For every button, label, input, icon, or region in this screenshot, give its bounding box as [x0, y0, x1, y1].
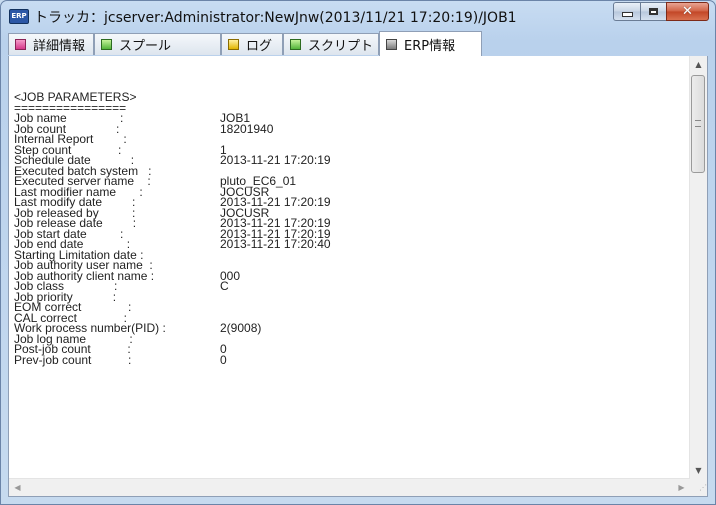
scroll-left-icon[interactable]: ◀ [9, 479, 26, 496]
tab-label: ログ [246, 39, 273, 54]
window-title: トラッカ：jcserver:Administrator:NewJnw(2013/… [34, 10, 517, 26]
erp-info-tab-icon [386, 38, 397, 50]
parameter-value: 2013-11-21 17:20:19 [220, 153, 331, 167]
tab-label: スクリプト [308, 39, 374, 54]
size-grip-icon[interactable]: ⋰ [690, 479, 707, 496]
minimize-icon [621, 12, 633, 17]
parameter-value: C [220, 279, 229, 293]
tab-log[interactable]: ログ [221, 33, 283, 55]
spool-tab-icon [101, 39, 112, 50]
close-button[interactable]: ✕ [666, 2, 709, 21]
parameter-value: 0 [220, 352, 227, 367]
script-tab-icon [290, 39, 301, 50]
tab-erp-info[interactable]: ERP情報 [379, 31, 482, 56]
tab-label: スプール [119, 39, 172, 54]
erp-info-panel: <JOB PARAMETERS> ================ Job na… [8, 56, 708, 497]
caption-buttons: ✕ [613, 2, 709, 22]
scroll-up-icon[interactable]: ▲ [690, 56, 707, 73]
details-tab-icon [15, 39, 26, 50]
title-bar[interactable]: ERP トラッカ：jcserver:Administrator:NewJnw(2… [1, 1, 715, 31]
scroll-down-icon[interactable]: ▼ [690, 462, 707, 479]
parameter-value: 18201940 [220, 121, 274, 136]
tab-label: 詳細情報 [33, 39, 86, 54]
maximize-icon [649, 8, 658, 15]
parameter-row: Job class :C [14, 279, 694, 293]
tab-bar: 詳細情報 スプール ログ スクリプト ERP情報 [8, 31, 708, 57]
log-tab-icon [228, 39, 239, 50]
tab-script[interactable]: スクリプト [283, 33, 379, 55]
horizontal-scrollbar[interactable]: ◀ ▶ [9, 478, 690, 496]
tab-spool[interactable]: スプール [94, 33, 221, 55]
tab-details[interactable]: 詳細情報 [8, 33, 94, 55]
maximize-button[interactable] [640, 2, 666, 21]
thumb-grip-icon [695, 120, 701, 127]
tab-label: ERP情報 [404, 38, 456, 54]
minimize-button[interactable] [613, 2, 640, 21]
vertical-scrollbar[interactable]: ▲ ▼ [689, 56, 707, 479]
parameter-row: Prev-job count : 0 [14, 352, 694, 367]
scroll-thumb[interactable] [691, 75, 705, 173]
parameter-value: 2013-11-21 17:20:40 [220, 237, 331, 251]
parameter-key: Prev-job count : [14, 352, 132, 367]
parameter-value: 2(9008) [220, 321, 262, 335]
tracker-window: ERP トラッカ：jcserver:Administrator:NewJnw(2… [0, 0, 716, 505]
close-icon: ✕ [682, 4, 693, 19]
erp-app-icon[interactable]: ERP [9, 9, 29, 24]
scroll-right-icon[interactable]: ▶ [673, 479, 690, 496]
job-parameters-text[interactable]: <JOB PARAMETERS> ================ Job na… [14, 64, 694, 464]
